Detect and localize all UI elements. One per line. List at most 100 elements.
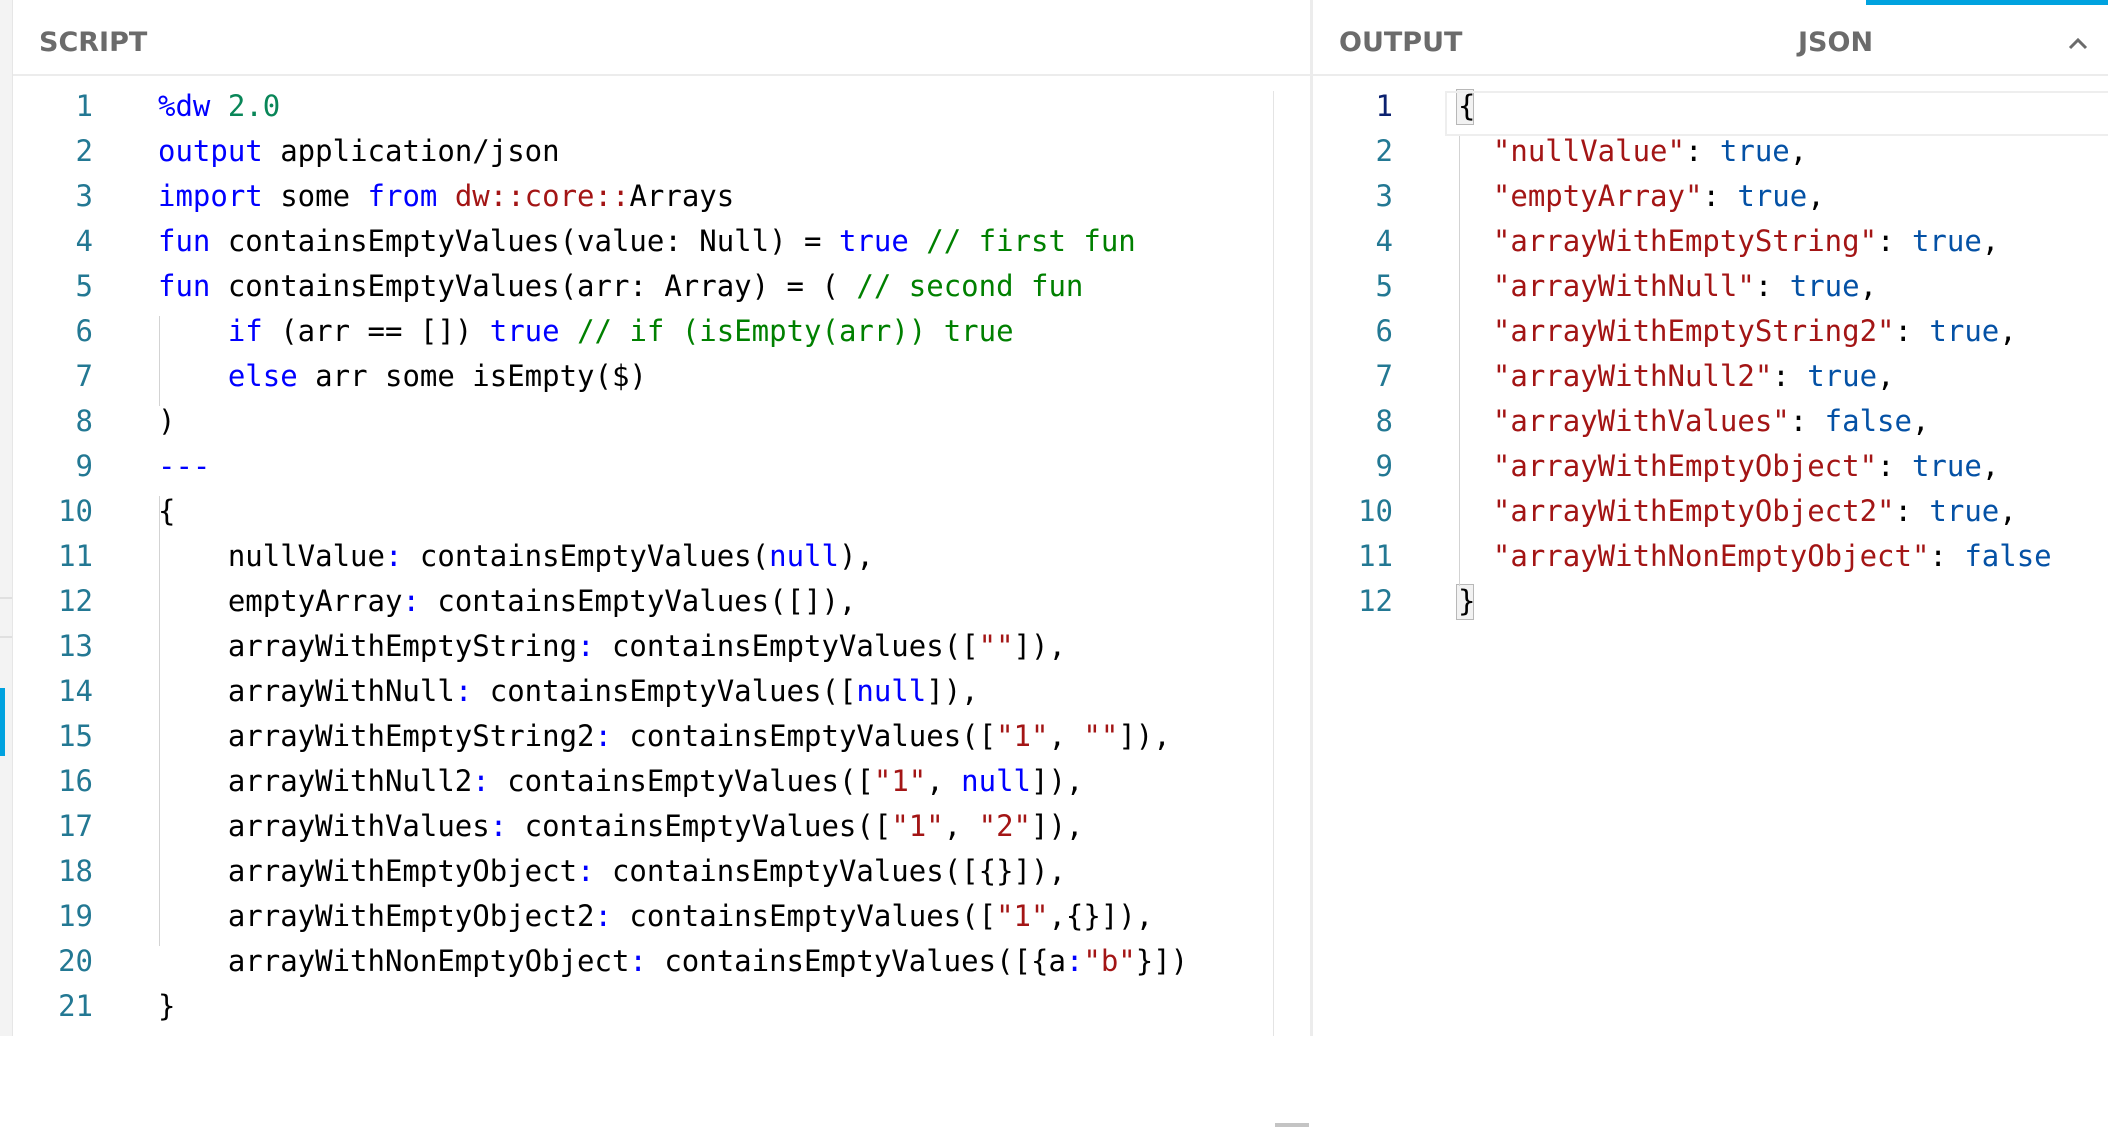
code-token: , [1999, 494, 2017, 528]
code-line[interactable]: 8) [13, 399, 1310, 444]
code-line[interactable]: 2 output application/json [13, 129, 1310, 174]
line-code: "arrayWithNonEmptyObject": false [1458, 534, 2052, 579]
line-code: arrayWithEmptyString2: containsEmptyValu… [158, 714, 1171, 759]
script-editor[interactable]: 1 %dw 2.0 2 output application/json 3 import … [13, 89, 1310, 1127]
line-code: "arrayWithNull2": true, [1458, 354, 1895, 399]
code-line[interactable]: 15 arrayWithEmptyString2: containsEmptyV… [13, 714, 1310, 759]
line-number: 2 [75, 134, 93, 168]
code-token: arrayWithEmptyString2 [158, 719, 595, 753]
code-line[interactable]: 17 arrayWithValues: containsEmptyValues(… [13, 804, 1310, 849]
code-token: true [1911, 224, 1982, 258]
code-token: containsEmptyValues([ [594, 629, 979, 663]
code-token: "arrayWithNull2" [1492, 359, 1773, 393]
code-line[interactable]: 7 "arrayWithNull2": true, [1313, 354, 2108, 399]
code-line[interactable]: 10 { [13, 489, 1310, 534]
line-code: import some from dw::core::Arrays [158, 174, 734, 219]
code-token: application/json [262, 134, 560, 168]
line-code: output application/json [158, 129, 560, 174]
code-token: }]) [1135, 944, 1189, 978]
code-token: containsEmptyValues( [402, 539, 770, 573]
code-line[interactable]: 11 "arrayWithNonEmptyObject": false [1313, 534, 2108, 579]
code-line[interactable]: 6 "arrayWithEmptyString2": true, [1313, 309, 2108, 354]
code-line[interactable]: 2 "nullValue": true, [1313, 129, 2108, 174]
code-line[interactable]: 11 nullValue: containsEmptyValues(null), [13, 534, 1310, 579]
code-token: "2" [978, 809, 1032, 843]
script-panel-title: SCRIPT [39, 26, 148, 58]
code-token: "arrayWithValues" [1492, 404, 1790, 438]
line-number: 1 [1375, 89, 1393, 123]
code-token: containsEmptyValues(arr: Array) = ( [210, 269, 857, 303]
code-line[interactable]: 4 "arrayWithEmptyString": true, [1313, 219, 2108, 264]
code-line[interactable]: 19 arrayWithEmptyObject2: containsEmptyV… [13, 894, 1310, 939]
code-line[interactable]: 5 "arrayWithNull": true, [1313, 264, 2108, 309]
code-token: if [227, 314, 263, 348]
code-line[interactable]: 8 "arrayWithValues": false, [1313, 399, 2108, 444]
code-token: arrayWithNonEmptyObject [158, 944, 630, 978]
code-line[interactable]: 7 else arr some isEmpty($) [13, 354, 1310, 399]
code-token: : [1772, 359, 1808, 393]
strip-divider [0, 636, 12, 638]
line-code: fun containsEmptyValues(value: Null) = t… [158, 219, 1136, 264]
line-code: ) [158, 399, 175, 444]
line-code: arrayWithEmptyObject: containsEmptyValue… [158, 849, 1066, 894]
code-token: "" [1083, 719, 1119, 753]
code-token: ]), [1013, 629, 1066, 663]
line-number: 11 [1358, 539, 1393, 573]
code-line[interactable]: 3 import some from dw::core::Arrays [13, 174, 1310, 219]
code-line[interactable]: 14 arrayWithNull: containsEmptyValues([n… [13, 669, 1310, 714]
code-line[interactable]: 5 fun containsEmptyValues(arr: Array) = (… [13, 264, 1310, 309]
code-token: --- [158, 449, 211, 483]
code-line[interactable]: 1 %dw 2.0 [13, 84, 1310, 129]
code-token: 2.0 [227, 89, 281, 123]
code-line[interactable]: 6 if (arr == []) true // if (isEmpty(arr… [13, 309, 1310, 354]
code-line[interactable]: 1{ [1313, 84, 2108, 129]
code-token: // second fun [856, 269, 1084, 303]
code-token: Arrays [629, 179, 735, 213]
code-line[interactable]: 20 arrayWithNonEmptyObject: containsEmpt… [13, 939, 1310, 984]
code-line[interactable]: 9 --- [13, 444, 1310, 489]
code-line[interactable]: 18 arrayWithEmptyObject: containsEmptyVa… [13, 849, 1310, 894]
code-line[interactable]: 10 "arrayWithEmptyObject2": true, [1313, 489, 2108, 534]
code-token: dw::core:: [454, 179, 630, 213]
code-token: null [769, 539, 839, 573]
chevron-up-icon[interactable] [2058, 28, 2098, 58]
line-number: 5 [1375, 269, 1393, 303]
line-code: arrayWithEmptyString: containsEmptyValue… [158, 624, 1066, 669]
line-number: 3 [75, 179, 93, 213]
code-token: containsEmptyValues([ [472, 674, 857, 708]
code-line[interactable]: 16 arrayWithNull2: containsEmptyValues([… [13, 759, 1310, 804]
code-token: ), [838, 539, 874, 573]
code-token: , [1999, 314, 2017, 348]
code-token: containsEmptyValues([ [507, 809, 892, 843]
code-line[interactable]: 21} [13, 984, 1310, 1029]
code-token: "arrayWithEmptyString" [1492, 224, 1878, 258]
output-editor[interactable]: 1{2 "nullValue": true, 3 "emptyArray": tr… [1313, 89, 2108, 1036]
code-token: arrayWithEmptyString [158, 629, 578, 663]
code-token: : [1894, 494, 1930, 528]
output-panel-header: OUTPUT JSON [1313, 10, 2108, 76]
code-token: null [961, 764, 1032, 798]
code-line[interactable]: 3 "emptyArray": true, [1313, 174, 2108, 219]
line-code: emptyArray: containsEmptyValues([]), [158, 579, 857, 624]
code-line[interactable]: 12 emptyArray: containsEmptyValues([]), [13, 579, 1310, 624]
code-token: "arrayWithNonEmptyObject" [1492, 539, 1930, 573]
line-number: 11 [58, 539, 93, 573]
code-token: : [384, 539, 403, 573]
code-line[interactable]: 13 arrayWithEmptyString: containsEmptyVa… [13, 624, 1310, 669]
line-code: arrayWithValues: containsEmptyValues(["1… [158, 804, 1084, 849]
code-token: } [1458, 584, 1476, 618]
code-token: "emptyArray" [1492, 179, 1703, 213]
code-line[interactable]: 12} [1313, 579, 2108, 624]
scrollbar-thumb[interactable] [1275, 1123, 1309, 1127]
output-format-select[interactable]: JSON [1798, 10, 1873, 74]
code-token: : [472, 764, 490, 798]
code-line[interactable]: 9 "arrayWithEmptyObject": true, [1313, 444, 2108, 489]
code-line[interactable]: 4 fun containsEmptyValues(value: Null) = … [13, 219, 1310, 264]
line-number: 1 [75, 89, 93, 123]
line-number: 2 [1375, 134, 1393, 168]
line-number: 4 [75, 224, 93, 258]
code-token: ]), [1118, 719, 1171, 753]
